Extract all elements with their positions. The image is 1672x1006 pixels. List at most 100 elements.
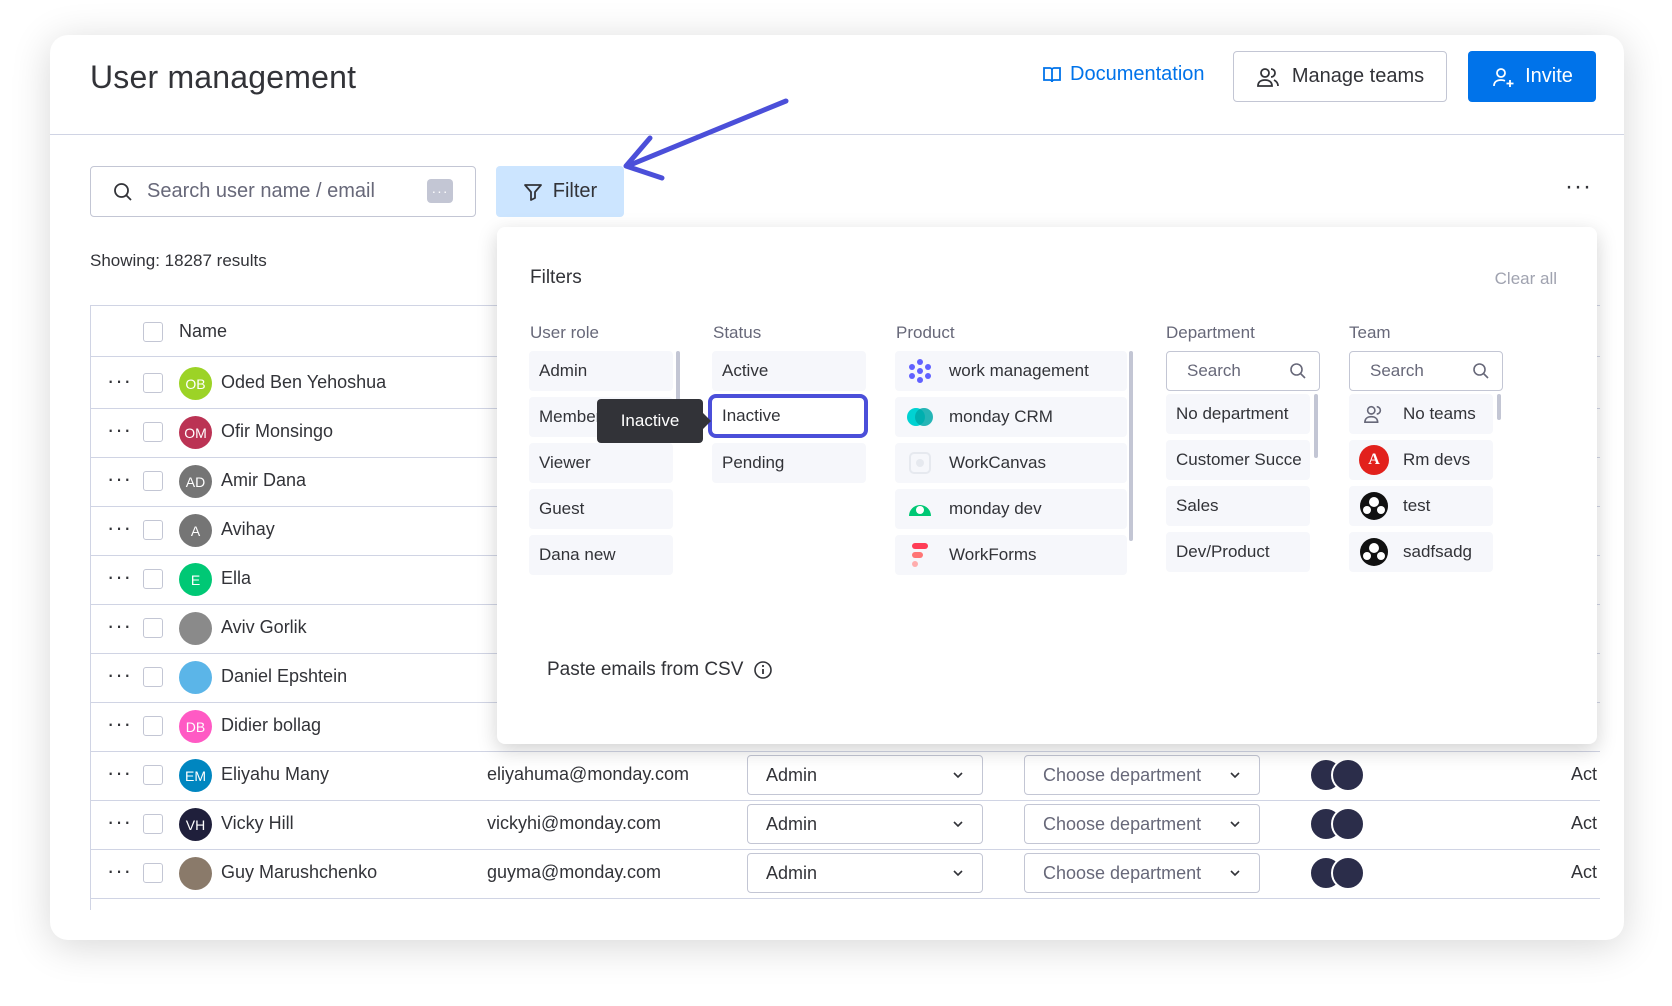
more-options-icon[interactable]: ··· [1565,173,1592,201]
team-option-test[interactable]: test [1349,486,1493,526]
table-row[interactable]: ··· VH Vicky Hill vickyhi@monday.com Admi… [91,799,1600,850]
search-icon [1290,363,1306,379]
department-select[interactable]: Choose department [1024,853,1260,893]
team-option-rm-devs[interactable]: A Rm devs [1349,440,1493,480]
inactive-tooltip: Inactive [597,399,711,443]
user-email: vickyhi@monday.com [487,813,661,833]
row-actions-icon[interactable]: ··· [107,515,132,541]
select-all-checkbox[interactable] [143,322,163,342]
user-name[interactable]: Didier bollag [221,715,321,736]
avatar: AD [179,465,212,498]
product-avatar-icon [1331,758,1365,792]
role-select[interactable]: Admin [747,804,983,844]
status-option-pending[interactable]: Pending [712,443,866,483]
filter-label: Filter [552,180,598,202]
crm-icon [905,402,935,432]
user-email: guyma@monday.com [487,862,662,882]
team-label: sadfsadg [1403,542,1472,561]
paste-csv-button[interactable]: Paste emails from CSV [547,659,773,681]
department-select[interactable]: Choose department [1024,804,1260,844]
row-checkbox[interactable] [143,814,163,834]
department-option-customer-success[interactable]: Customer Succe [1166,440,1310,480]
row-actions-icon[interactable]: ··· [107,613,132,639]
product-option-monday-dev[interactable]: monday dev [895,489,1127,529]
table-row[interactable]: ··· Guy Marushchenko guyma@monday.com Adm… [91,848,1600,899]
row-checkbox[interactable] [143,373,163,393]
row-actions-icon[interactable]: ··· [107,417,132,443]
avatar [179,661,212,694]
role-option-dana-new[interactable]: Dana new [529,535,673,575]
row-actions-icon[interactable]: ··· [107,711,132,737]
user-name[interactable]: Oded Ben Yehoshua [221,372,386,393]
department-search-input[interactable]: Search [1166,351,1320,391]
user-name[interactable]: Ofir Monsingo [221,421,333,442]
row-checkbox[interactable] [143,716,163,736]
row-actions-icon[interactable]: ··· [107,466,132,492]
user-name[interactable]: Ella [221,568,251,589]
work-management-icon [905,356,935,386]
product-option-workforms[interactable]: WorkForms [895,535,1127,575]
department-option-sales[interactable]: Sales [1166,486,1310,526]
role-select[interactable]: Admin [747,853,983,893]
documentation-link[interactable]: Documentation [1042,63,1205,86]
team-label: test [1403,496,1431,515]
row-actions-icon[interactable]: ··· [107,858,132,884]
department-scrollbar[interactable] [1314,394,1318,458]
user-role-header: User role [530,323,599,342]
product-avatar-icon [1331,807,1365,841]
role-option-viewer[interactable]: Viewer [529,443,673,483]
user-name[interactable]: Eliyahu Many [221,764,329,785]
search-input[interactable]: Search user name / email ··· [90,166,476,217]
row-checkbox[interactable] [143,422,163,442]
row-actions-icon[interactable]: ··· [107,564,132,590]
paste-csv-label: Paste emails from CSV [547,659,744,680]
team-search-input[interactable]: Search [1349,351,1503,391]
user-name[interactable]: Vicky Hill [221,813,294,834]
product-option-work-management[interactable]: work management [895,351,1127,391]
row-checkbox[interactable] [143,863,163,883]
team-scrollbar[interactable] [1497,394,1501,420]
status-option-active[interactable]: Active [712,351,866,391]
role-value: Admin [766,813,818,834]
role-option-admin[interactable]: Admin [529,351,673,391]
product-option-workcanvas[interactable]: WorkCanvas [895,443,1127,483]
department-option-none[interactable]: No department [1166,394,1310,434]
department-select[interactable]: Choose department [1024,755,1260,795]
row-checkbox[interactable] [143,618,163,638]
role-option-guest[interactable]: Guest [529,489,673,529]
department-option-dev-product[interactable]: Dev/Product [1166,532,1310,572]
team-option-no-teams[interactable]: No teams [1349,394,1493,434]
avatar [179,857,212,890]
search-placeholder: Search user name / email [147,180,375,202]
table-row[interactable]: ··· EM Eliyahu Many eliyahuma@monday.com … [91,750,1600,801]
page-title: User management [90,59,357,95]
row-actions-icon[interactable]: ··· [107,809,132,835]
row-checkbox[interactable] [143,471,163,491]
row-checkbox[interactable] [143,765,163,785]
invite-button[interactable]: Invite [1468,51,1596,102]
status-option-inactive[interactable]: Inactive [708,394,868,438]
user-name[interactable]: Avihay [221,519,275,540]
row-actions-icon[interactable]: ··· [107,368,132,394]
clear-all-button[interactable]: Clear all [1495,269,1557,289]
invite-label: Invite [1525,65,1573,87]
user-name[interactable]: Amir Dana [221,470,306,491]
documentation-label: Documentation [1070,63,1205,85]
user-management-card: User management Documentation Manage tea… [50,35,1624,940]
row-checkbox[interactable] [143,569,163,589]
filter-button[interactable]: Filter [496,166,624,217]
row-actions-icon[interactable]: ··· [107,662,132,688]
row-checkbox[interactable] [143,667,163,687]
funnel-icon [523,183,542,201]
role-select[interactable]: Admin [747,755,983,795]
team-option-sadfsadg[interactable]: sadfsadg [1349,532,1493,572]
row-actions-icon[interactable]: ··· [107,760,132,786]
user-name[interactable]: Aviv Gorlik [221,617,307,638]
row-checkbox[interactable] [143,520,163,540]
product-option-monday-crm[interactable]: monday CRM [895,397,1127,437]
user-name[interactable]: Daniel Epshtein [221,666,347,687]
user-name[interactable]: Guy Marushchenko [221,862,377,883]
avatar: EM [179,759,212,792]
product-scrollbar[interactable] [1129,351,1133,541]
manage-teams-button[interactable]: Manage teams [1233,51,1447,102]
